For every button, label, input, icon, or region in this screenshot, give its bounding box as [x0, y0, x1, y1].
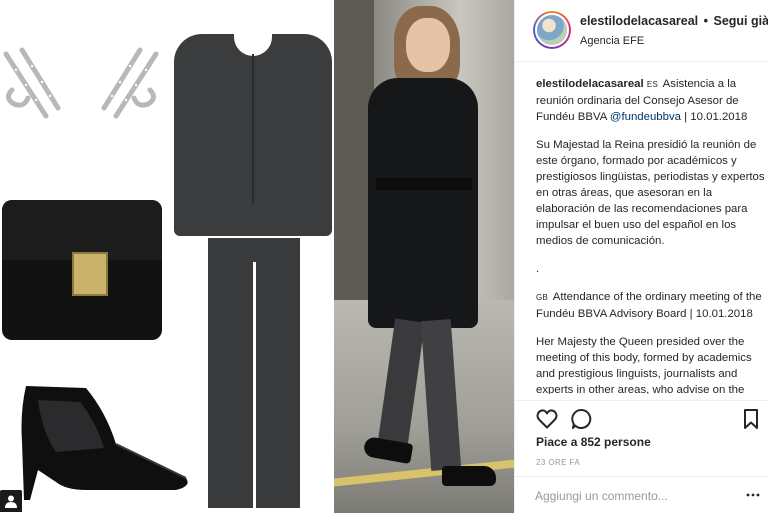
caption-username-link[interactable]: elestilodelacasareal [536, 78, 644, 90]
caption-body-es: Su Majestad la Reina presidió la reunión… [536, 139, 765, 247]
mention-link[interactable]: @fundeubbva [610, 111, 681, 123]
caption-title-en-text: Attendance of the ordinary meeting of th… [536, 291, 762, 320]
more-options-icon[interactable] [745, 489, 761, 501]
post-header: elestilodelacasareal • Segui già Agencia… [515, 0, 768, 62]
comment-input[interactable] [535, 485, 735, 507]
caption-dot: . [536, 263, 540, 275]
bookmark-icon[interactable] [739, 407, 763, 431]
flag-gb-icon: GB [536, 293, 549, 302]
avatar-image [535, 13, 569, 47]
tagged-user-icon[interactable] [0, 490, 22, 512]
trousers-image [208, 238, 300, 508]
likes-count[interactable]: Piace a 852 persone [536, 435, 651, 449]
add-comment-bar [515, 476, 768, 513]
caption-title-es: elestilodelacasareal ES Asistencia a la … [536, 76, 768, 125]
bag-clasp [72, 252, 108, 296]
caption-title-en: GB Attendance of the ordinary meeting of… [536, 289, 768, 322]
post-actions: Piace a 852 persone 23 ORE FA [515, 400, 768, 486]
clutch-bag-image [2, 200, 162, 340]
header-separator: • [703, 14, 709, 28]
caption-area: elestilodelacasareal ES Asistencia a la … [536, 76, 768, 394]
avatar[interactable] [533, 11, 571, 49]
caption-body-en: Her Majesty the Queen presided over the … [536, 336, 752, 394]
post-image[interactable] [0, 0, 514, 513]
post-sidebar: elestilodelacasareal • Segui già Agencia… [514, 0, 768, 513]
earring-left-image [3, 47, 61, 119]
following-button[interactable]: Segui già [714, 14, 768, 28]
jacket-image [174, 34, 332, 236]
ankle-boot-image [21, 386, 188, 500]
comment-icon[interactable] [570, 407, 594, 431]
flag-es-icon: ES [646, 80, 659, 89]
queen-photo [334, 0, 514, 513]
location-link[interactable]: Agencia EFE [580, 35, 644, 47]
heart-icon[interactable] [535, 407, 559, 431]
header-line: elestilodelacasareal • Segui già [580, 14, 768, 28]
earring-right-image [101, 47, 159, 119]
post-timestamp[interactable]: 23 ORE FA [536, 458, 580, 467]
caption-date-es: | 10.01.2018 [684, 111, 748, 123]
header-username-link[interactable]: elestilodelacasareal [580, 14, 698, 28]
